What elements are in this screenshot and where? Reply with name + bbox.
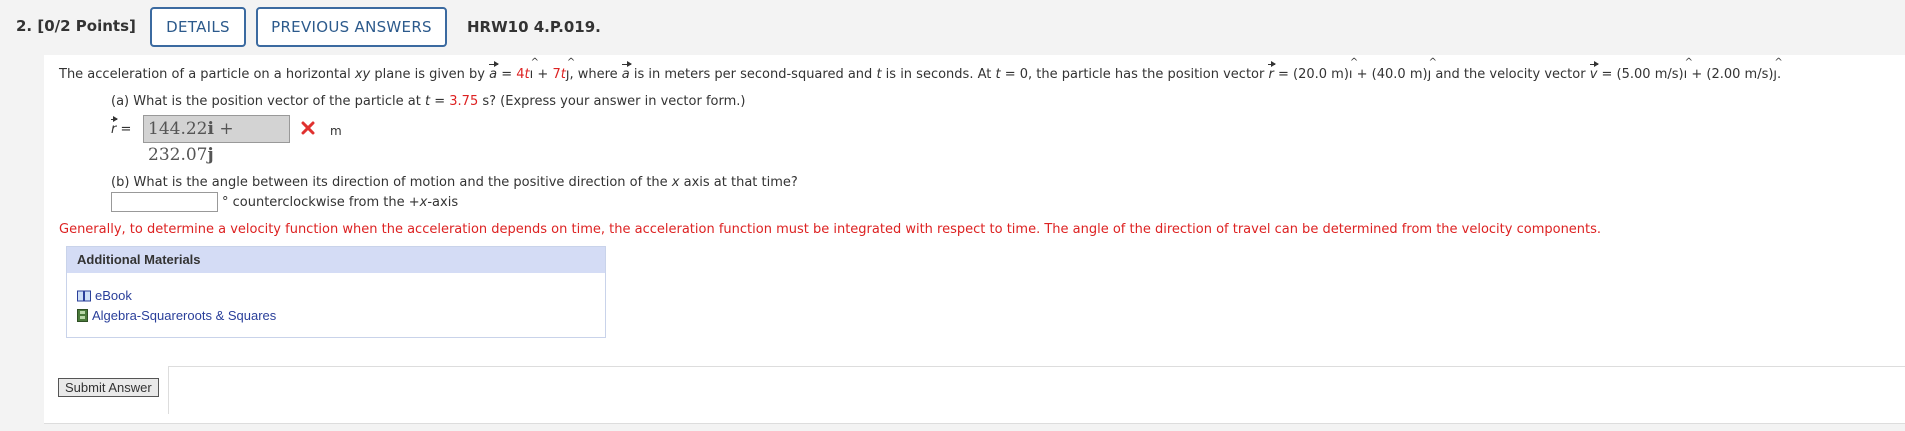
details-button[interactable]: DETAILS [150,7,246,47]
algebra-video-link[interactable]: Algebra-Squareroots & Squares [77,308,276,323]
book-icon [77,290,91,302]
film-icon [77,309,88,322]
submit-answer-button[interactable]: Submit Answer [58,378,159,397]
hint-text: Generally, to determine a velocity funct… [59,222,1602,237]
previous-answers-button[interactable]: PREVIOUS ANSWERS [256,7,447,47]
part-b-unit-label: ° counterclockwise from the +x-axis [222,195,459,210]
question-header: 2. [0/2 Points] DETAILS PREVIOUS ANSWERS… [0,0,1905,55]
ebook-link[interactable]: eBook [77,288,132,303]
part-a-unit: m [330,124,342,138]
question-code: HRW10 4.P.019. [467,18,601,36]
additional-materials-title: Additional Materials [67,247,605,273]
problem-statement: The acceleration of a particle on a hori… [59,57,1782,82]
part-b-question: (b) What is the angle between its direct… [111,175,798,190]
additional-materials-panel: Additional Materials eBook Algebra-Squar… [66,246,606,338]
submit-divider [44,366,1905,367]
part-a-answer-field[interactable]: 144.22i + 232.07j [143,115,290,165]
part-a-r-label: r = [111,116,132,137]
part-b-angle-input[interactable] [111,192,218,212]
part-a-question: (a) What is the position vector of the p… [111,94,746,109]
question-card [44,55,1905,424]
incorrect-x-icon [301,121,315,135]
question-number-points: 2. [0/2 Points] [16,17,136,35]
